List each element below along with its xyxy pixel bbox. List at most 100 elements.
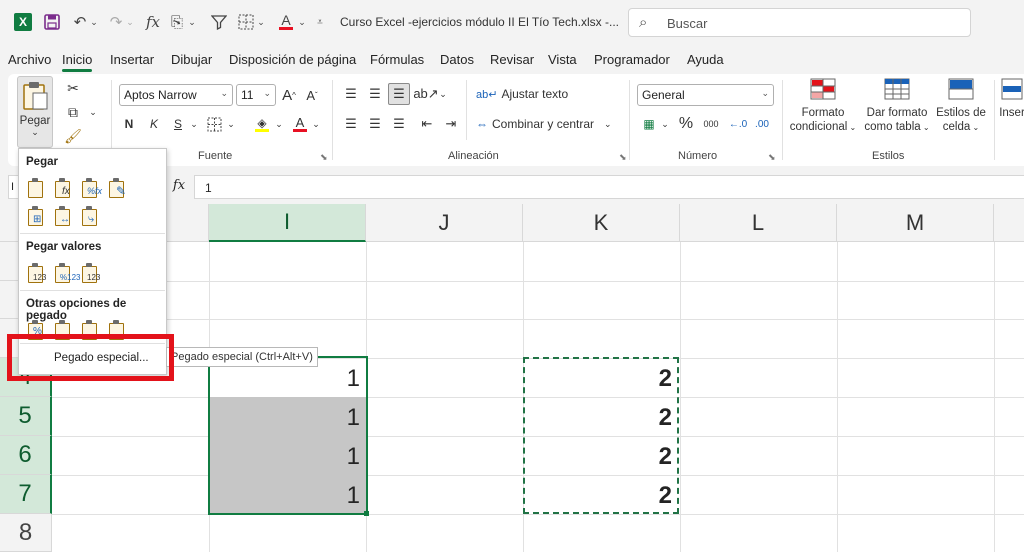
paste-no-borders-icon[interactable]: ⊞ [25,206,47,228]
align-right-icon[interactable]: ☰ [390,114,408,134]
font-size-combo[interactable]: 11 ⌄ [236,84,276,106]
formula-input[interactable]: 1 [194,175,1024,199]
align-top-icon[interactable]: ☰ [342,84,360,104]
borders-icon[interactable] [204,114,224,134]
paste-values-source-format-icon[interactable]: 123 [79,263,101,285]
column-header-j[interactable]: J [366,204,523,242]
column-header-l[interactable]: L [680,204,837,242]
customize-qat-icon[interactable]: ⩡ [314,12,326,32]
menu-formulas[interactable]: Fórmulas [370,52,424,67]
thousands-button[interactable]: 000 [700,114,722,134]
font-color-icon[interactable]: A [290,114,310,134]
column-header-i[interactable]: I [209,204,366,242]
borders-qat-icon[interactable] [236,12,256,32]
column-header-m[interactable]: M [837,204,994,242]
cell-k4[interactable]: 2 [532,365,672,393]
align-center-icon[interactable]: ☰ [366,114,384,134]
accounting-dropdown-icon[interactable]: ⌄ [660,114,670,134]
cut-icon[interactable]: ✂ [64,80,82,96]
cell-k7[interactable]: 2 [532,482,672,510]
menu-insertar[interactable]: Insertar [110,52,154,67]
font-color-qat-icon[interactable]: A [276,12,296,32]
font-name-combo[interactable]: Aptos Narrow ⌄ [119,84,233,106]
fill-color-dropdown-icon[interactable]: ⌄ [274,114,284,134]
paste-keep-source-format-icon[interactable]: ✎ [106,178,128,200]
redo-icon[interactable]: ↷ [106,12,126,32]
cell-i7[interactable]: 1 [220,482,360,510]
wrap-text-button[interactable]: ab↵ Ajustar texto [476,84,568,104]
menu-revisar[interactable]: Revisar [490,52,534,67]
underline-button[interactable]: S [170,114,186,134]
cell-styles-button[interactable]: Estilos de celda ⌄ [936,78,986,144]
borders-dropdown-icon[interactable]: ⌄ [226,114,236,134]
paste-keep-column-widths-icon[interactable]: ↔ [52,206,74,228]
cell-k5[interactable]: 2 [532,404,672,432]
paste-formulas-number-format-icon[interactable]: %fx [79,178,102,200]
copy-icon[interactable]: ⧉ [64,104,82,120]
orientation-dropdown-icon[interactable]: ⌄ [438,84,448,104]
cell-k6[interactable]: 2 [532,443,672,471]
align-left-icon[interactable]: ☰ [342,114,360,134]
underline-dropdown-icon[interactable]: ⌄ [189,114,199,134]
column-header-n[interactable] [994,204,1024,242]
paste-formulas-icon[interactable]: fx [52,178,74,200]
save-icon[interactable] [42,12,62,32]
paste-button[interactable]: Pegar ⌄ [17,76,53,148]
number-format-combo[interactable]: General ⌄ [637,84,774,106]
merge-center-button[interactable]: ⇔ Combinar y centrar ⌄ [476,114,612,134]
undo-icon[interactable]: ↶ [70,12,90,32]
column-header-k[interactable]: K [523,204,680,242]
row-header-8[interactable]: 8 [0,514,52,552]
fill-color-icon[interactable]: ◈ [252,114,272,134]
format-painter-qat-icon[interactable]: ⎘ [167,12,187,32]
menu-ayuda[interactable]: Ayuda [687,52,724,67]
insert-cells-button[interactable]: Inser [1000,78,1024,144]
row-header-7[interactable]: 7 [0,475,52,514]
menu-dibujar[interactable]: Dibujar [171,52,212,67]
decrease-indent-icon[interactable]: ⇤ [418,114,436,134]
conditional-format-button[interactable]: Formato condicional ⌄ [788,78,858,144]
menu-inicio[interactable]: Inicio [62,52,93,72]
borders-dropdown-icon[interactable]: ⌄ [256,12,266,32]
paste-icon[interactable] [25,178,47,200]
decrease-font-icon[interactable]: Aˇ [303,84,321,106]
paste-values-icon[interactable]: 123 [25,263,47,285]
qat-dropdown-icon[interactable]: ⌄ [187,12,197,32]
row-header-5[interactable]: 5 [0,397,52,436]
undo-dropdown-icon[interactable]: ⌄ [89,12,99,32]
decrease-decimal-icon[interactable]: .00 [752,114,772,134]
menu-disposicion[interactable]: Disposición de página [229,52,356,67]
menu-programador[interactable]: Programador [594,52,670,67]
menu-archivo[interactable]: Archivo [8,52,51,67]
cell-i6[interactable]: 1 [220,443,360,471]
orientation-icon[interactable]: ab↗ [413,84,438,104]
font-color-dropdown-icon[interactable]: ⌄ [311,114,321,134]
search-box[interactable]: ⌕ Buscar [628,8,971,37]
format-painter-icon[interactable]: 🖌 [64,128,82,144]
align-middle-icon[interactable]: ☰ [366,84,384,104]
font-color-dropdown-icon[interactable]: ⌄ [297,12,307,32]
italic-button[interactable]: K [146,114,162,134]
insert-function-button[interactable]: fx [168,175,190,199]
copy-dropdown-icon[interactable]: ⌄ [88,104,98,120]
cell-i4[interactable]: 1 [220,365,360,393]
align-bottom-icon[interactable]: ☰ [388,83,410,105]
cell-i5[interactable]: 1 [220,404,360,432]
redo-dropdown-icon[interactable]: ⌄ [125,12,135,32]
increase-indent-icon[interactable]: ⇥ [442,114,460,134]
increase-font-icon[interactable]: A ^ [280,84,298,106]
fill-handle[interactable] [364,511,369,516]
menu-datos[interactable]: Datos [440,52,474,67]
accounting-format-icon[interactable]: ▦ [638,114,660,134]
format-as-table-button[interactable]: Dar formato como tabla ⌄ [862,78,932,144]
percent-button[interactable]: % [676,114,696,134]
menu-vista[interactable]: Vista [548,52,577,67]
paste-values-number-format-icon[interactable]: %123 [52,263,80,285]
paste-transpose-icon[interactable]: ⤷ [79,206,101,228]
fuente-launcher-icon[interactable]: ⬊ [320,152,328,163]
alineacion-launcher-icon[interactable]: ⬊ [619,152,627,163]
increase-decimal-icon[interactable]: ←.0 [728,114,748,134]
row-header-6[interactable]: 6 [0,436,52,475]
numero-launcher-icon[interactable]: ⬊ [768,152,776,163]
filter-icon[interactable] [209,12,229,32]
